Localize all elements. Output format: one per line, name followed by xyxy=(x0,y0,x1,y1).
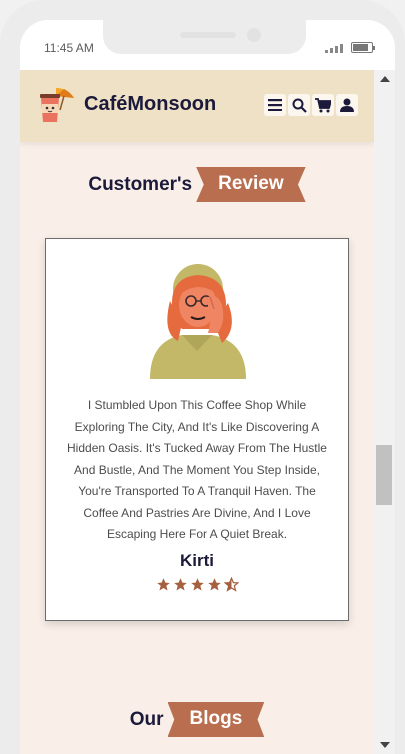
cafe-logo[interactable] xyxy=(34,84,78,128)
battery-icon xyxy=(351,42,375,53)
vertical-scrollbar[interactable] xyxy=(374,70,395,754)
reviewer-name: Kirti xyxy=(180,551,214,570)
star-icon xyxy=(156,578,170,591)
phone-notch xyxy=(103,20,306,54)
user-button[interactable] xyxy=(336,94,358,116)
star-icon xyxy=(207,578,221,591)
speaker-grille xyxy=(180,32,236,38)
review-card: I Stumbled Upon This Coffee Shop While E… xyxy=(45,238,349,621)
half-star-icon xyxy=(223,577,239,592)
brand-name[interactable]: CaféMonsoon xyxy=(84,93,216,116)
status-icons xyxy=(325,42,375,53)
user-icon xyxy=(340,98,354,112)
scroll-thumb[interactable] xyxy=(376,445,392,505)
signal-icon xyxy=(325,44,343,53)
site-header: CaféMonsoon xyxy=(20,70,374,142)
cart-icon xyxy=(315,97,331,112)
status-time: 11:45 AM xyxy=(44,41,94,55)
cart-button[interactable] xyxy=(312,94,334,116)
header-icons xyxy=(264,94,358,116)
search-icon xyxy=(292,98,307,113)
scroll-down-arrow-icon[interactable] xyxy=(380,742,390,748)
review-text: I Stumbled Upon This Coffee Shop While E… xyxy=(67,398,327,541)
reviews-heading-dark: Customer's xyxy=(88,173,193,195)
star-rating xyxy=(46,577,348,592)
star-icon xyxy=(173,578,187,591)
reviews-heading-ribbon: Review xyxy=(196,167,306,202)
reviewer-avatar xyxy=(150,264,246,379)
blogs-heading: Our Blogs xyxy=(20,702,374,737)
scroll-up-arrow-icon[interactable] xyxy=(380,76,390,82)
star-icon xyxy=(190,578,204,591)
reviews-heading: Customer's Review xyxy=(20,167,374,202)
blogs-heading-ribbon: Blogs xyxy=(167,702,265,737)
front-camera xyxy=(247,28,261,42)
search-button[interactable] xyxy=(288,94,310,116)
menu-button[interactable] xyxy=(264,94,286,116)
page-viewport: CaféMonsoon Customer's Review I Stumbled… xyxy=(20,70,374,754)
menu-icon xyxy=(268,99,282,111)
blogs-heading-dark: Our xyxy=(129,708,164,730)
